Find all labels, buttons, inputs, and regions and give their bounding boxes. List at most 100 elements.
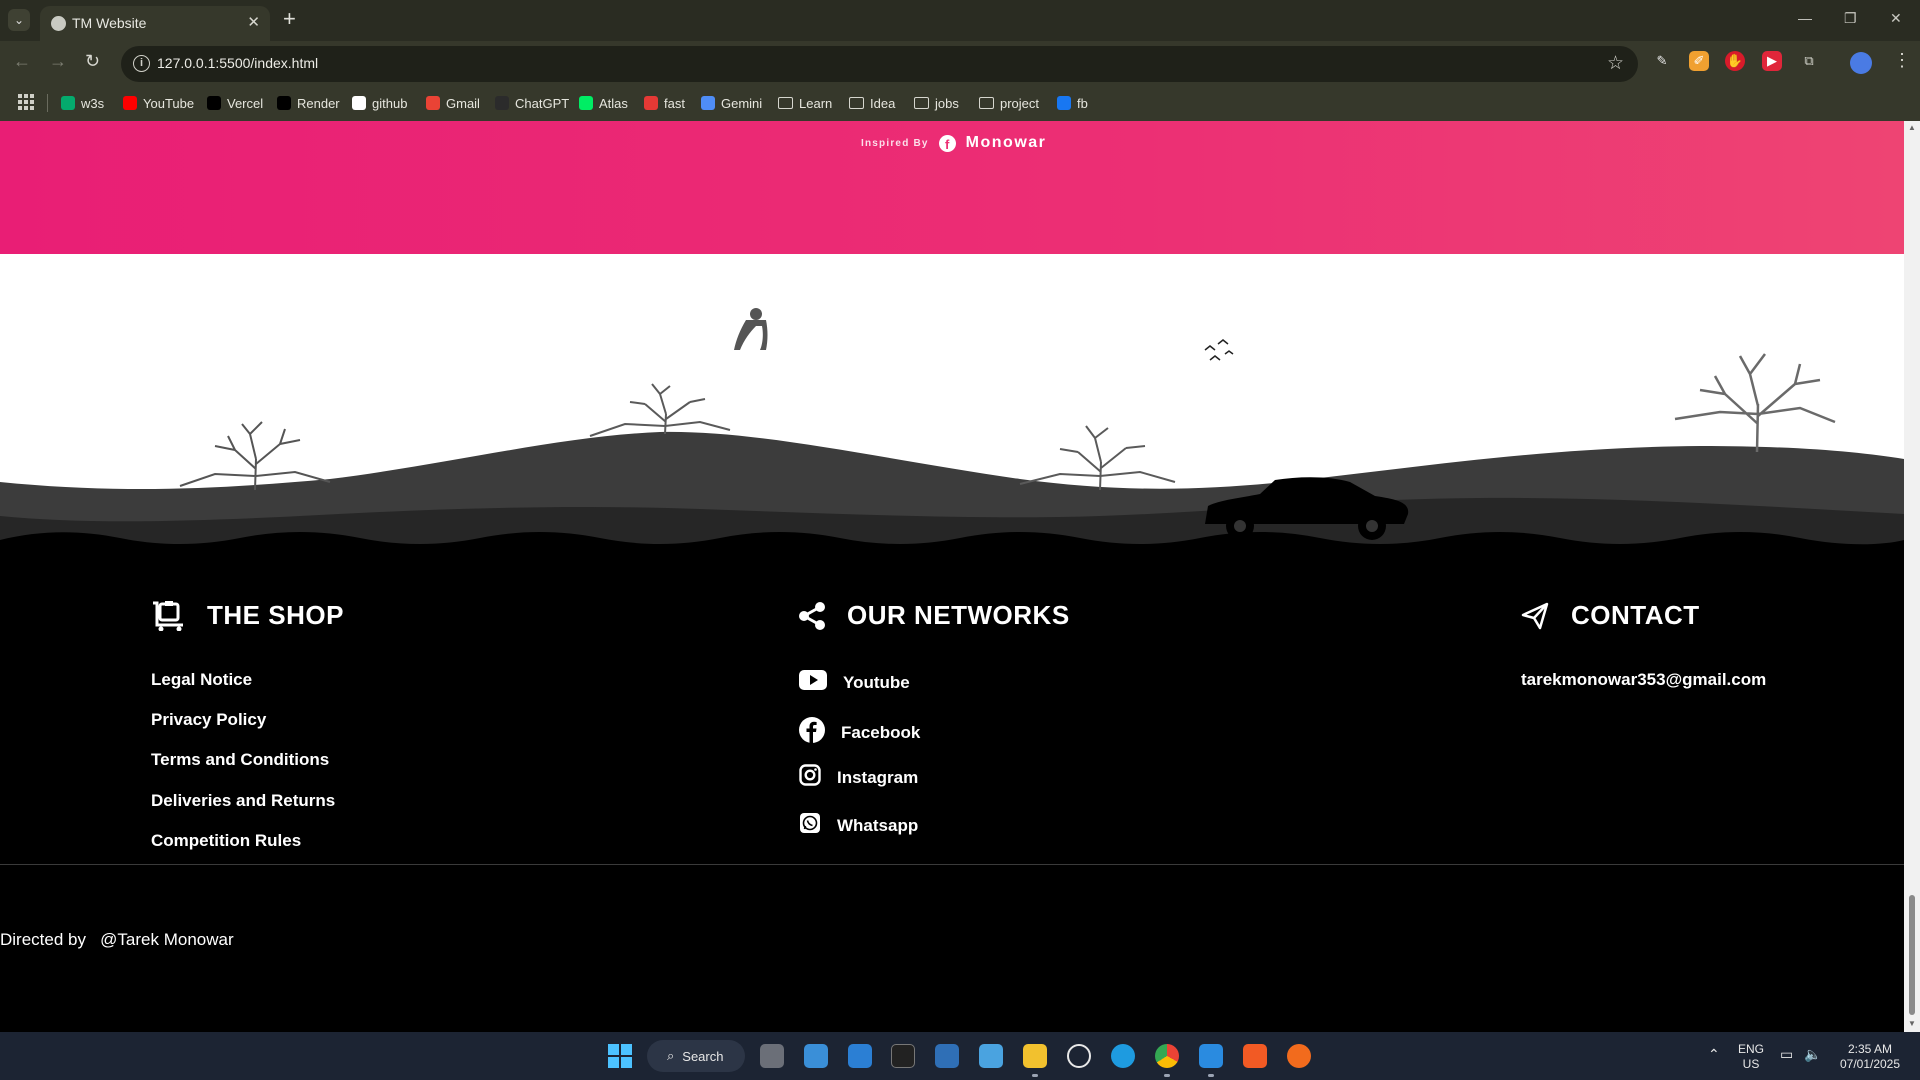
bookmark-fast[interactable]: fast [644, 92, 685, 114]
pen-extension-icon[interactable]: ✎ [1652, 51, 1672, 71]
taskbar-search[interactable]: ⌕ Search [647, 1040, 745, 1072]
youtube-icon [799, 670, 827, 695]
chrome-icon[interactable] [1155, 1044, 1179, 1068]
minimize-icon[interactable]: — [1798, 10, 1812, 26]
recycle-bin-icon[interactable] [804, 1044, 828, 1068]
file-explorer-icon[interactable] [1023, 1044, 1047, 1068]
network-link-instagram[interactable]: Instagram [799, 764, 918, 791]
scroll-thumb[interactable] [1909, 895, 1915, 1015]
browser-menu-icon[interactable]: ⋮ [1893, 50, 1911, 71]
instagram-icon [799, 764, 821, 791]
shop-heading: THE SHOP [151, 600, 344, 631]
bookmark-idea[interactable]: Idea [849, 92, 895, 114]
search-icon: ⌕ [667, 1048, 675, 1063]
bookmark-label: Gemini [721, 95, 763, 111]
browser-chrome: ⌄ TM Website ✕ + — ❐ ✕ ← → ↻ i 127.0.0.1… [0, 0, 1920, 121]
highlighter-extension-icon[interactable]: ✐ [1689, 51, 1709, 71]
store-icon[interactable] [848, 1044, 872, 1068]
vscode-icon[interactable] [1199, 1044, 1223, 1068]
gallery-icon[interactable] [979, 1044, 1003, 1068]
reload-icon[interactable]: ↻ [85, 51, 100, 72]
bookmark-youtube[interactable]: YouTube [123, 92, 194, 114]
network-link-youtube[interactable]: Youtube [799, 670, 910, 695]
bookmark-label: github [372, 95, 408, 111]
bookmark-project[interactable]: project [979, 92, 1039, 114]
tab-title: TM Website [72, 15, 147, 31]
render-icon [277, 96, 291, 110]
gmail-icon [426, 96, 440, 110]
clock[interactable]: 2:35 AM 07/01/2025 [1836, 1042, 1904, 1072]
shop-link[interactable]: Terms and Conditions [151, 750, 329, 770]
adblock-extension-icon[interactable]: ✋ [1725, 51, 1745, 71]
forward-icon[interactable]: → [49, 51, 67, 72]
landscape-svg [0, 308, 1904, 546]
bookmark-fb[interactable]: fb [1057, 92, 1088, 114]
figure-silhouette [734, 308, 768, 350]
brave-icon[interactable] [1243, 1044, 1267, 1068]
bookmark-jobs[interactable]: jobs [914, 92, 959, 114]
credit-author[interactable]: @Tarek Monowar [100, 930, 233, 949]
luggage-cart-icon [153, 600, 183, 631]
close-window-icon[interactable]: ✕ [1890, 10, 1902, 27]
networks-title: OUR NETWORKS [847, 600, 1070, 630]
back-icon[interactable]: ← [13, 51, 31, 72]
windows-start-icon[interactable] [608, 1044, 632, 1068]
folder-icon [914, 97, 929, 109]
page-scrollbar[interactable]: ▲ ▼ [1904, 121, 1920, 1032]
photos-icon[interactable] [935, 1044, 959, 1068]
chatgpt-app-icon[interactable] [1067, 1044, 1091, 1068]
profile-avatar[interactable] [1850, 52, 1872, 74]
running-indicator [1032, 1074, 1038, 1077]
bookmark-vercel[interactable]: Vercel [207, 92, 263, 114]
restore-icon[interactable]: ❐ [1844, 10, 1857, 27]
scroll-down-arrow-icon[interactable]: ▼ [1908, 1019, 1916, 1028]
shop-link[interactable]: Deliveries and Returns [151, 791, 335, 811]
inspired-by-credit[interactable]: Inspired By f Monowar [861, 134, 1046, 152]
facebook-icon [1057, 96, 1071, 110]
bookmark-label: Atlas [599, 95, 628, 111]
edge-icon[interactable] [1111, 1044, 1135, 1068]
bookmark-render[interactable]: Render [277, 92, 340, 114]
bookmark-chatgpt[interactable]: ChatGPT [495, 92, 569, 114]
terminal-icon[interactable] [891, 1044, 915, 1068]
bookmark-gemini[interactable]: Gemini [701, 92, 762, 114]
address-bar[interactable]: i 127.0.0.1:5500/index.html ☆ [121, 46, 1638, 82]
birds [1204, 339, 1234, 361]
bookmarks-bar: w3s YouTube Vercel Render github Gmail ChatGPT… [0, 85, 1920, 121]
tab-search-chevron-icon[interactable]: ⌄ [8, 9, 30, 31]
close-tab-icon[interactable]: ✕ [247, 13, 260, 31]
url-text[interactable]: 127.0.0.1:5500/index.html [157, 55, 318, 71]
language-indicator[interactable]: ENG US [1738, 1042, 1764, 1072]
network-link-facebook[interactable]: Facebook [799, 717, 920, 748]
bookmark-label: jobs [935, 95, 959, 111]
network-link-whatsapp[interactable]: Whatsapp [799, 812, 918, 839]
bookmark-star-icon[interactable]: ☆ [1607, 52, 1624, 75]
active-tab[interactable]: TM Website ✕ [40, 6, 270, 41]
folder-icon [849, 97, 864, 109]
video-extension-icon[interactable]: ▶ [1762, 51, 1782, 71]
apps-grid-icon[interactable] [18, 94, 34, 110]
new-tab-button[interactable]: + [283, 8, 296, 30]
contact-email-link[interactable]: tarekmonowar353@gmail.com [1521, 670, 1766, 690]
shop-link[interactable]: Competition Rules [151, 831, 301, 851]
orange-app-icon[interactable] [1287, 1044, 1311, 1068]
site-info-icon[interactable]: i [133, 55, 150, 72]
bookmark-learn[interactable]: Learn [778, 92, 832, 114]
scroll-up-arrow-icon[interactable]: ▲ [1908, 123, 1916, 132]
bookmark-github[interactable]: github [352, 92, 407, 114]
shop-link[interactable]: Privacy Policy [151, 710, 266, 730]
bookmark-label: Render [297, 95, 340, 111]
extensions-puzzle-icon[interactable]: ⧉ [1799, 51, 1819, 71]
running-indicator [1208, 1074, 1214, 1077]
bookmark-gmail[interactable]: Gmail [426, 92, 480, 114]
shop-link[interactable]: Legal Notice [151, 670, 252, 690]
bookmark-atlas[interactable]: Atlas [579, 92, 628, 114]
github-icon [352, 96, 366, 110]
browser-toolbar: ← → ↻ i 127.0.0.1:5500/index.html ☆ ✎ ✐ … [0, 41, 1920, 85]
tab-strip: ⌄ TM Website ✕ + — ❐ ✕ [0, 0, 1920, 41]
network-icon[interactable]: ▭ [1780, 1046, 1793, 1063]
chevron-up-icon[interactable]: ⌃ [1708, 1046, 1720, 1063]
task-view-icon[interactable] [760, 1044, 784, 1068]
bookmark-w3s[interactable]: w3s [61, 92, 104, 114]
volume-icon[interactable]: 🔈 [1804, 1046, 1821, 1063]
